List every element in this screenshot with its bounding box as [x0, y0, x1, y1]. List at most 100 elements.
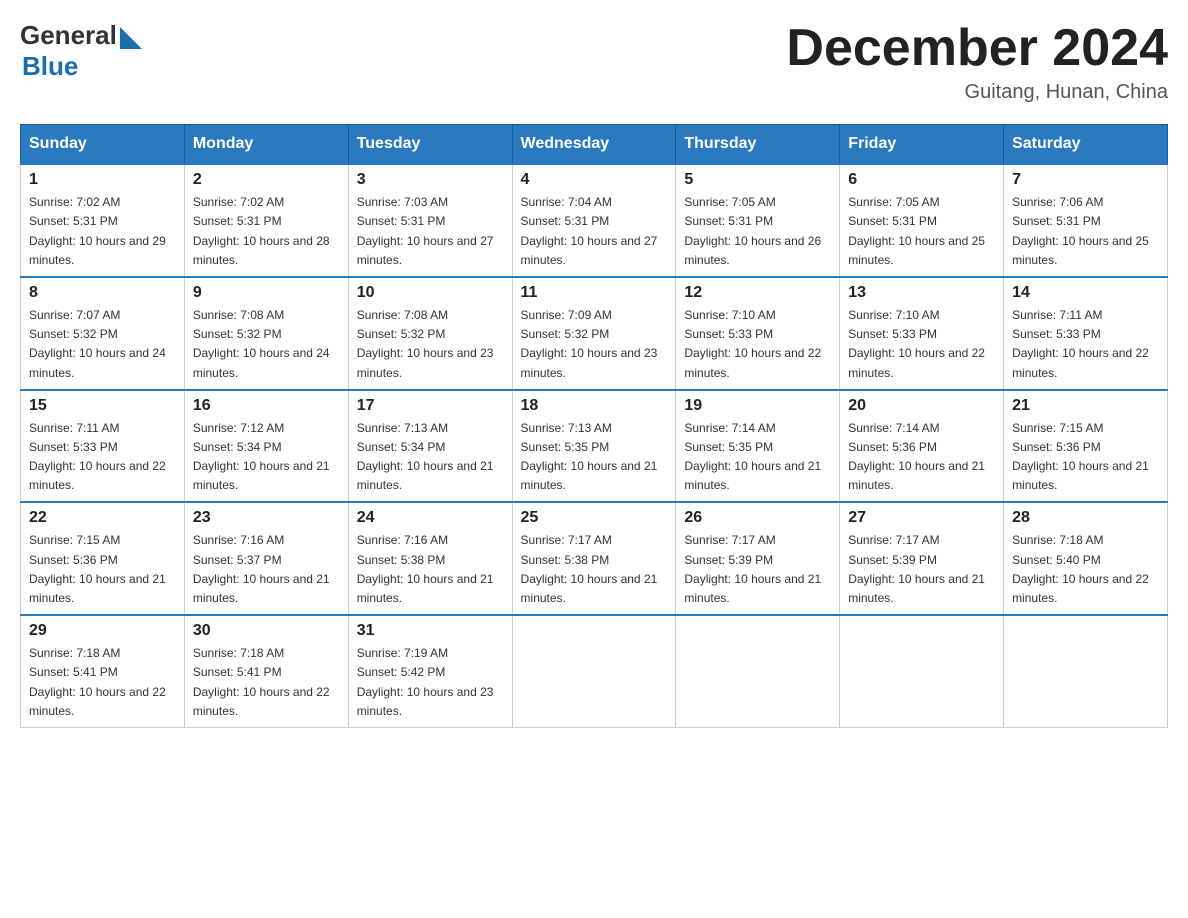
day-header-saturday: Saturday — [1004, 125, 1168, 165]
calendar-cell: 20 Sunrise: 7:14 AMSunset: 5:36 PMDayligh… — [840, 390, 1004, 503]
calendar-cell: 13Sunrise: 7:10 AMSunset: 5:33 PMDayligh… — [840, 277, 1004, 390]
calendar-cell: 7 Sunrise: 7:06 AMSunset: 5:31 PMDaylight… — [1004, 164, 1168, 277]
day-number: 23 — [193, 509, 340, 527]
calendar-cell: 11 Sunrise: 7:09 AMSunset: 5:32 PMDayligh… — [512, 277, 676, 390]
calendar-cell: 14 Sunrise: 7:11 AMSunset: 5:33 PMDayligh… — [1004, 277, 1168, 390]
calendar-cell: 8 Sunrise: 7:07 AMSunset: 5:32 PMDaylight… — [21, 277, 185, 390]
day-info: Sunrise: 7:06 AMSunset: 5:31 PMDaylight:… — [1012, 193, 1159, 270]
day-number: 16 — [193, 397, 340, 415]
day-info: Sunrise: 7:19 AMSunset: 5:42 PMDaylight:… — [357, 644, 504, 721]
day-info: Sunrise: 7:15 AMSunset: 5:36 PMDaylight:… — [29, 531, 176, 608]
days-of-week-row: SundayMondayTuesdayWednesdayThursdayFrid… — [21, 125, 1168, 165]
calendar-cell: 12 Sunrise: 7:10 AMSunset: 5:33 PMDayligh… — [676, 277, 840, 390]
day-info: Sunrise: 7:10 AMSunset: 5:33 PMDaylight:… — [684, 306, 831, 383]
day-info: Sunrise: 7:05 AMSunset: 5:31 PMDaylight:… — [684, 193, 831, 270]
day-number: 21 — [1012, 397, 1159, 415]
calendar-cell: 4 Sunrise: 7:04 AMSunset: 5:31 PMDaylight… — [512, 164, 676, 277]
title-section: December 2024 Guitang, Hunan, China — [786, 20, 1168, 104]
day-info: Sunrise: 7:13 AMSunset: 5:34 PMDaylight:… — [357, 419, 504, 496]
calendar-week-5: 29 Sunrise: 7:18 AMSunset: 5:41 PMDayligh… — [21, 615, 1168, 727]
day-number: 14 — [1012, 284, 1159, 302]
day-info: Sunrise: 7:14 AMSunset: 5:36 PMDaylight:… — [848, 419, 995, 496]
calendar-cell: 15 Sunrise: 7:11 AMSunset: 5:33 PMDayligh… — [21, 390, 185, 503]
calendar-week-2: 8 Sunrise: 7:07 AMSunset: 5:32 PMDaylight… — [21, 277, 1168, 390]
day-info: Sunrise: 7:17 AMSunset: 5:38 PMDaylight:… — [521, 531, 668, 608]
day-info: Sunrise: 7:11 AMSunset: 5:33 PMDaylight:… — [1012, 306, 1159, 383]
day-number: 31 — [357, 622, 504, 640]
day-info: Sunrise: 7:05 AMSunset: 5:31 PMDaylight:… — [848, 193, 995, 270]
day-info: Sunrise: 7:10 AMSunset: 5:33 PMDaylight:… — [848, 306, 995, 383]
calendar-cell: 24 Sunrise: 7:16 AMSunset: 5:38 PMDayligh… — [348, 502, 512, 615]
day-number: 8 — [29, 284, 176, 302]
calendar-body: 1Sunrise: 7:02 AMSunset: 5:31 PMDaylight… — [21, 164, 1168, 727]
calendar-cell — [676, 615, 840, 727]
calendar-cell: 31 Sunrise: 7:19 AMSunset: 5:42 PMDayligh… — [348, 615, 512, 727]
day-info: Sunrise: 7:07 AMSunset: 5:32 PMDaylight:… — [29, 306, 176, 383]
day-header-monday: Monday — [184, 125, 348, 165]
day-header-tuesday: Tuesday — [348, 125, 512, 165]
day-number: 11 — [521, 284, 668, 302]
day-number: 30 — [193, 622, 340, 640]
day-info: Sunrise: 7:02 AMSunset: 5:31 PMDaylight:… — [29, 193, 176, 270]
day-number: 26 — [684, 509, 831, 527]
day-number: 15 — [29, 397, 176, 415]
day-info: Sunrise: 7:16 AMSunset: 5:38 PMDaylight:… — [357, 531, 504, 608]
calendar-cell: 19Sunrise: 7:14 AMSunset: 5:35 PMDayligh… — [676, 390, 840, 503]
calendar-cell: 21 Sunrise: 7:15 AMSunset: 5:36 PMDayligh… — [1004, 390, 1168, 503]
calendar-cell: 17 Sunrise: 7:13 AMSunset: 5:34 PMDayligh… — [348, 390, 512, 503]
calendar-cell: 27Sunrise: 7:17 AMSunset: 5:39 PMDayligh… — [840, 502, 1004, 615]
day-info: Sunrise: 7:02 AMSunset: 5:31 PMDaylight:… — [193, 193, 340, 270]
calendar-cell — [840, 615, 1004, 727]
day-number: 12 — [684, 284, 831, 302]
calendar-cell: 9Sunrise: 7:08 AMSunset: 5:32 PMDaylight… — [184, 277, 348, 390]
calendar-table: SundayMondayTuesdayWednesdayThursdayFrid… — [20, 124, 1168, 728]
day-info: Sunrise: 7:11 AMSunset: 5:33 PMDaylight:… — [29, 419, 176, 496]
logo-blue-text: Blue — [22, 51, 78, 81]
day-info: Sunrise: 7:08 AMSunset: 5:32 PMDaylight:… — [357, 306, 504, 383]
day-info: Sunrise: 7:15 AMSunset: 5:36 PMDaylight:… — [1012, 419, 1159, 496]
day-info: Sunrise: 7:18 AMSunset: 5:41 PMDaylight:… — [193, 644, 340, 721]
calendar-cell: 2 Sunrise: 7:02 AMSunset: 5:31 PMDaylight… — [184, 164, 348, 277]
day-number: 25 — [521, 509, 668, 527]
calendar-cell: 26Sunrise: 7:17 AMSunset: 5:39 PMDayligh… — [676, 502, 840, 615]
day-number: 28 — [1012, 509, 1159, 527]
day-header-sunday: Sunday — [21, 125, 185, 165]
day-number: 29 — [29, 622, 176, 640]
calendar-cell: 29Sunrise: 7:18 AMSunset: 5:41 PMDayligh… — [21, 615, 185, 727]
calendar-cell: 28 Sunrise: 7:18 AMSunset: 5:40 PMDayligh… — [1004, 502, 1168, 615]
calendar-cell: 18 Sunrise: 7:13 AMSunset: 5:35 PMDayligh… — [512, 390, 676, 503]
day-info: Sunrise: 7:08 AMSunset: 5:32 PMDaylight:… — [193, 306, 340, 383]
day-info: Sunrise: 7:16 AMSunset: 5:37 PMDaylight:… — [193, 531, 340, 608]
calendar-cell: 23 Sunrise: 7:16 AMSunset: 5:37 PMDayligh… — [184, 502, 348, 615]
calendar-cell — [1004, 615, 1168, 727]
location-subtitle: Guitang, Hunan, China — [786, 81, 1168, 104]
day-number: 2 — [193, 171, 340, 189]
day-info: Sunrise: 7:18 AMSunset: 5:40 PMDaylight:… — [1012, 531, 1159, 608]
calendar-cell: 1Sunrise: 7:02 AMSunset: 5:31 PMDaylight… — [21, 164, 185, 277]
day-number: 20 — [848, 397, 995, 415]
day-number: 4 — [521, 171, 668, 189]
day-number: 18 — [521, 397, 668, 415]
day-header-wednesday: Wednesday — [512, 125, 676, 165]
month-title: December 2024 — [786, 20, 1168, 77]
day-info: Sunrise: 7:13 AMSunset: 5:35 PMDaylight:… — [521, 419, 668, 496]
day-info: Sunrise: 7:04 AMSunset: 5:31 PMDaylight:… — [521, 193, 668, 270]
calendar-cell: 10Sunrise: 7:08 AMSunset: 5:32 PMDayligh… — [348, 277, 512, 390]
day-number: 19 — [684, 397, 831, 415]
day-info: Sunrise: 7:09 AMSunset: 5:32 PMDaylight:… — [521, 306, 668, 383]
logo-general-text: General — [20, 20, 117, 51]
day-number: 3 — [357, 171, 504, 189]
calendar-cell: 3 Sunrise: 7:03 AMSunset: 5:31 PMDaylight… — [348, 164, 512, 277]
day-number: 22 — [29, 509, 176, 527]
calendar-header: SundayMondayTuesdayWednesdayThursdayFrid… — [21, 125, 1168, 165]
day-number: 7 — [1012, 171, 1159, 189]
calendar-cell: 16 Sunrise: 7:12 AMSunset: 5:34 PMDayligh… — [184, 390, 348, 503]
day-number: 24 — [357, 509, 504, 527]
calendar-cell: 30 Sunrise: 7:18 AMSunset: 5:41 PMDayligh… — [184, 615, 348, 727]
calendar-week-3: 15 Sunrise: 7:11 AMSunset: 5:33 PMDayligh… — [21, 390, 1168, 503]
day-header-thursday: Thursday — [676, 125, 840, 165]
day-number: 17 — [357, 397, 504, 415]
day-info: Sunrise: 7:12 AMSunset: 5:34 PMDaylight:… — [193, 419, 340, 496]
day-info: Sunrise: 7:03 AMSunset: 5:31 PMDaylight:… — [357, 193, 504, 270]
day-number: 5 — [684, 171, 831, 189]
